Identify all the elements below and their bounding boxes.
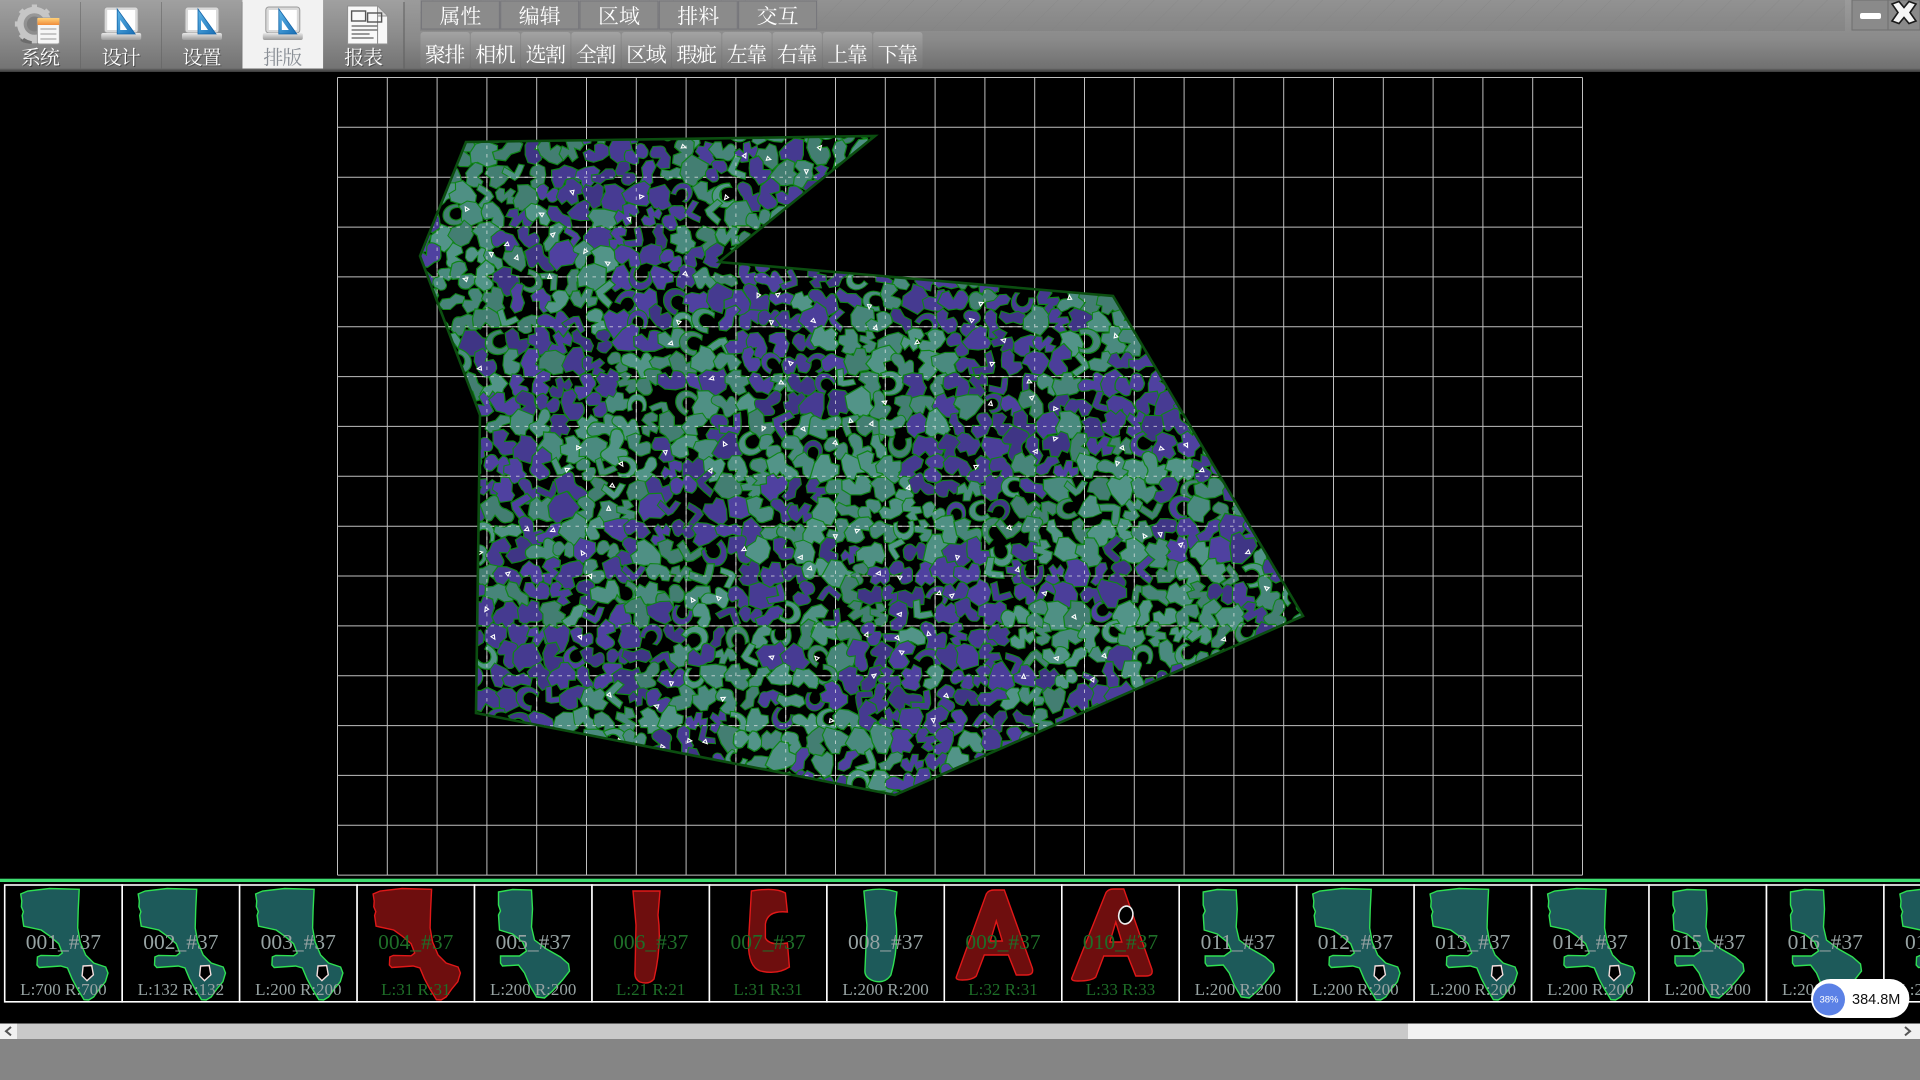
svg-text:017_#37: 017_#37 (1905, 930, 1920, 954)
svg-text:L:132 R:132: L:132 R:132 (138, 980, 224, 999)
svg-text:006_#37: 006_#37 (613, 930, 689, 954)
svg-text:011_#37: 011_#37 (1201, 930, 1276, 954)
svg-text:007_#37: 007_#37 (730, 930, 806, 954)
svg-text:L:700 R:700: L:700 R:700 (20, 980, 106, 999)
svg-text:L:200 R:200: L:200 R:200 (255, 980, 341, 999)
svg-text:005_#37: 005_#37 (496, 930, 572, 954)
svg-text:013_#37: 013_#37 (1435, 930, 1511, 954)
svg-text:L:200 R:200: L:200 R:200 (1664, 980, 1750, 999)
svg-text:004_#37: 004_#37 (378, 930, 454, 954)
svg-text:L:200 R:200: L:200 R:200 (490, 980, 576, 999)
svg-text:L:200 R:200: L:200 R:200 (1547, 980, 1633, 999)
svg-text:002_#37: 002_#37 (143, 930, 219, 954)
svg-text:L:33 R:33: L:33 R:33 (1086, 980, 1155, 999)
svg-text:010_#37: 010_#37 (1083, 930, 1159, 954)
svg-text:014_#37: 014_#37 (1553, 930, 1629, 954)
svg-text:009_#37: 009_#37 (965, 930, 1041, 954)
svg-text:008_#37: 008_#37 (848, 930, 924, 954)
svg-text:001_#37: 001_#37 (26, 930, 102, 954)
svg-text:L:200 R:200: L:200 R:200 (842, 980, 928, 999)
svg-text:L:31 R:31: L:31 R:31 (381, 980, 450, 999)
svg-text:38%: 38% (1819, 995, 1839, 1006)
svg-text:015_#37: 015_#37 (1670, 930, 1746, 954)
svg-text:016_#37: 016_#37 (1788, 930, 1864, 954)
svg-text:L:200 R:200: L:200 R:200 (1195, 980, 1281, 999)
svg-text:003_#37: 003_#37 (261, 930, 337, 954)
svg-text:L:21 R:21: L:21 R:21 (616, 980, 685, 999)
svg-text:L:200 R:200: L:200 R:200 (1430, 980, 1516, 999)
svg-text:012_#37: 012_#37 (1318, 930, 1394, 954)
svg-text:384.8M: 384.8M (1852, 992, 1900, 1008)
svg-text:L:31 R:31: L:31 R:31 (733, 980, 802, 999)
svg-text:L:32 R:31: L:32 R:31 (968, 980, 1037, 999)
svg-text:L:200 R:200: L:200 R:200 (1312, 980, 1398, 999)
